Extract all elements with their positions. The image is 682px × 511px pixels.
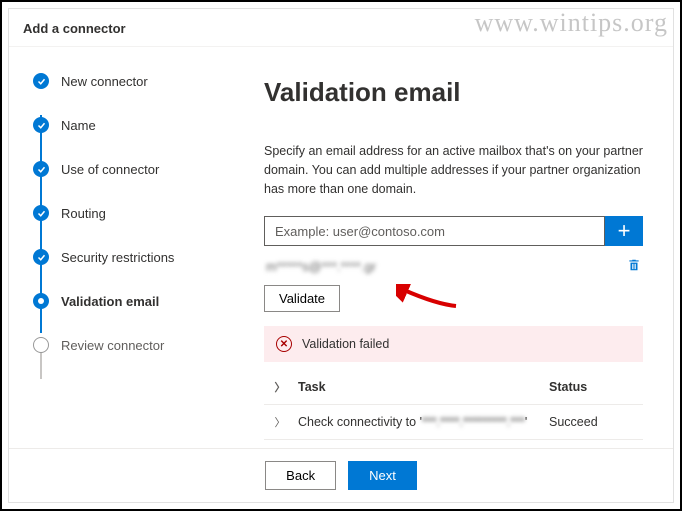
description-text: Specify an email address for an active m… bbox=[264, 142, 643, 198]
back-button[interactable]: Back bbox=[265, 461, 336, 490]
validation-result-banner: ✕ Validation failed bbox=[264, 326, 643, 362]
step-routing[interactable]: Routing bbox=[33, 203, 192, 223]
step-label: Validation email bbox=[61, 294, 159, 309]
step-label: Routing bbox=[61, 206, 106, 221]
table-row: 〉 Check connectivity to '***.****.******… bbox=[264, 405, 643, 440]
add-button[interactable]: + bbox=[605, 216, 643, 246]
next-button[interactable]: Next bbox=[348, 461, 417, 490]
validation-result-text: Validation failed bbox=[302, 337, 389, 351]
added-email-row: m*****s@***.****.gr bbox=[264, 254, 643, 285]
page-title: Validation email bbox=[264, 77, 643, 108]
step-new-connector[interactable]: New connector bbox=[33, 71, 192, 91]
wizard-steps-sidebar: New connector Name Use of connector Rout… bbox=[9, 47, 204, 448]
step-security-restrictions[interactable]: Security restrictions bbox=[33, 247, 192, 267]
dialog-footer: Back Next bbox=[9, 448, 673, 502]
chevron-right-icon[interactable]: 〉 bbox=[268, 379, 292, 395]
dialog-container: Add a connector New connector Name Use o… bbox=[8, 8, 674, 503]
delete-icon[interactable] bbox=[627, 258, 641, 275]
step-label: Review connector bbox=[61, 338, 164, 353]
step-validation-email[interactable]: Validation email bbox=[33, 291, 192, 311]
column-status: Status bbox=[549, 380, 639, 394]
email-input[interactable] bbox=[264, 216, 605, 246]
main-panel: Validation email Specify an email addres… bbox=[204, 47, 673, 448]
validate-button[interactable]: Validate bbox=[264, 285, 340, 312]
chevron-right-icon[interactable]: 〉 bbox=[268, 414, 292, 430]
table-row: 〉 Send test email Failed bbox=[264, 440, 643, 448]
status-cell: Succeed bbox=[549, 415, 639, 429]
check-icon bbox=[33, 205, 49, 221]
dialog-title: Add a connector bbox=[23, 21, 659, 36]
current-step-icon bbox=[33, 293, 49, 309]
step-label: Use of connector bbox=[61, 162, 159, 177]
check-icon bbox=[33, 117, 49, 133]
step-name[interactable]: Name bbox=[33, 115, 192, 135]
step-use-of-connector[interactable]: Use of connector bbox=[33, 159, 192, 179]
added-email-text: m*****s@***.****.gr bbox=[266, 259, 376, 274]
error-icon: ✕ bbox=[276, 336, 292, 352]
step-review-connector[interactable]: Review connector bbox=[33, 335, 192, 355]
dialog-header: Add a connector bbox=[9, 9, 673, 47]
task-table: 〉 Task Status 〉 Check connectivity to '*… bbox=[264, 370, 643, 448]
column-task: Task bbox=[292, 380, 549, 394]
check-icon bbox=[33, 161, 49, 177]
step-label: Security restrictions bbox=[61, 250, 174, 265]
step-label: New connector bbox=[61, 74, 148, 89]
plus-icon: + bbox=[618, 218, 631, 244]
table-header: 〉 Task Status bbox=[264, 370, 643, 405]
pending-step-icon bbox=[33, 337, 49, 353]
step-label: Name bbox=[61, 118, 96, 133]
task-cell: Check connectivity to '***.****.********… bbox=[292, 415, 549, 429]
check-icon bbox=[33, 73, 49, 89]
check-icon bbox=[33, 249, 49, 265]
